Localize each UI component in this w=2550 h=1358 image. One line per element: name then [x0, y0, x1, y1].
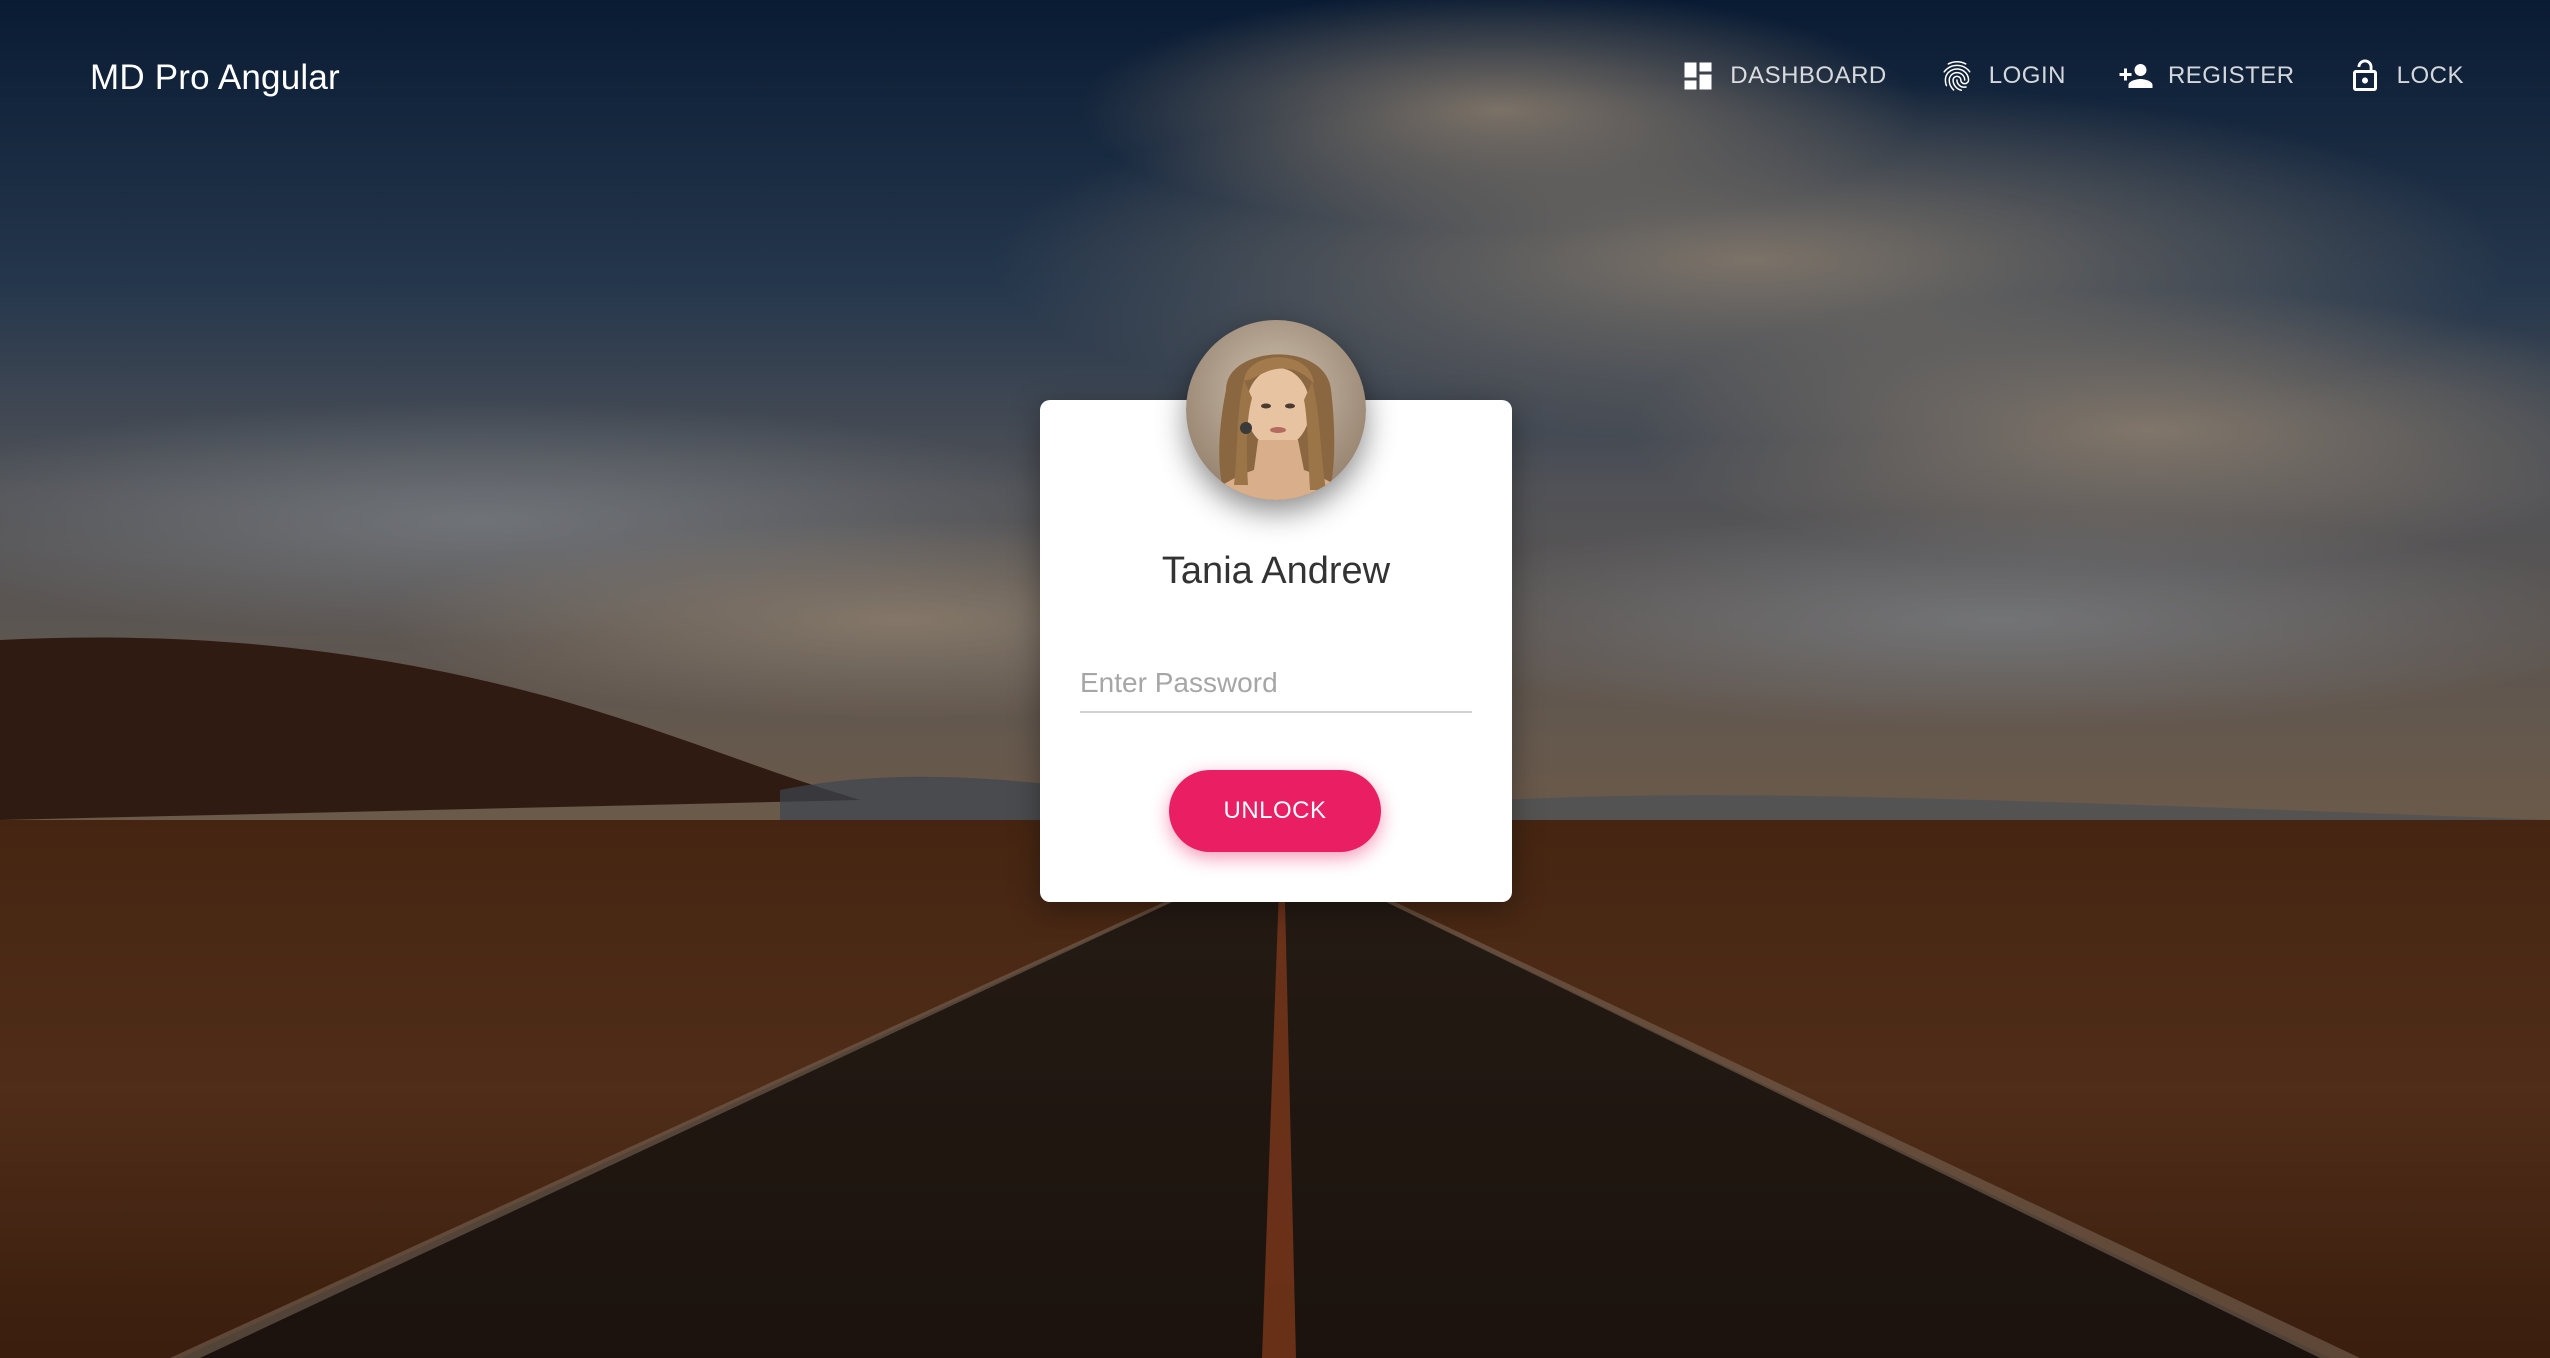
nav-item-register[interactable]: REGISTER	[2118, 58, 2295, 94]
avatar	[1186, 320, 1366, 500]
nav-item-label: REGISTER	[2167, 62, 2295, 89]
nav-item-login[interactable]: LOGIN	[1939, 58, 2066, 94]
nav-item-label: DASHBOARD	[1730, 62, 1887, 89]
dashboard-icon	[1684, 62, 1712, 90]
nav-item-lock[interactable]: LOCK	[2347, 58, 2464, 94]
fingerprint-icon	[1943, 61, 1971, 91]
person-add-icon	[2119, 64, 2153, 88]
lock-open-icon	[2352, 59, 2377, 91]
avatar-image	[1186, 320, 1366, 500]
nav-menu: DASHBOARD LOGIN REGISTER LOCK	[1680, 58, 2464, 94]
user-name: Tania Andrew	[1161, 550, 1391, 592]
nav-item-label: LOGIN	[1988, 62, 2066, 89]
password-field[interactable]	[1080, 655, 1472, 713]
navbar: MD Pro Angular DASHBOARD LOGIN REGISTER …	[0, 0, 2550, 160]
unlock-button[interactable]: UNLOCK	[1169, 770, 1381, 852]
nav-item-label: LOCK	[2396, 62, 2464, 89]
brand-link[interactable]: MD Pro Angular	[90, 58, 340, 98]
nav-item-dashboard[interactable]: DASHBOARD	[1680, 58, 1887, 94]
lock-page: MD Pro Angular DASHBOARD LOGIN REGISTER …	[0, 0, 2550, 1358]
